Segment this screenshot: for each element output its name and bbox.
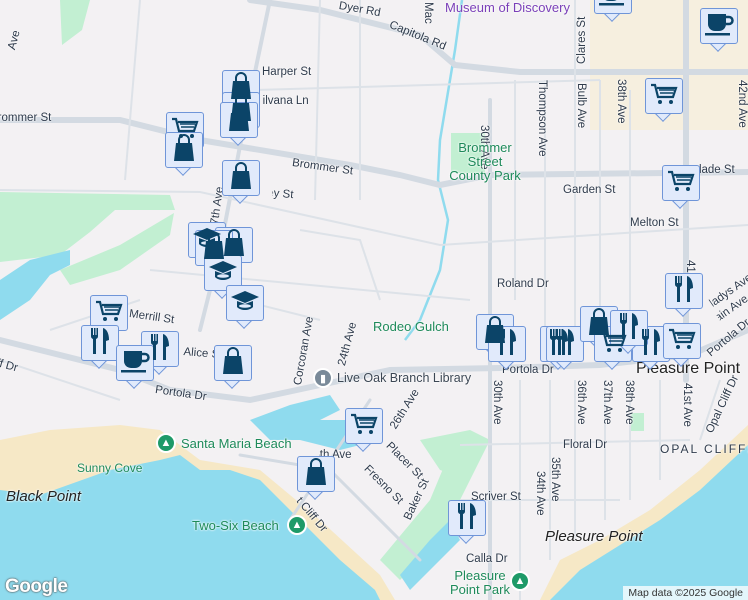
fork-icon <box>672 275 696 308</box>
cap-icon <box>230 289 260 318</box>
cafe-marker[interactable] <box>594 0 632 22</box>
cart-icon <box>667 169 695 198</box>
library-label[interactable]: Live Oak Branch Library <box>337 371 471 385</box>
museum-label[interactable]: Museum of Discovery <box>445 0 570 15</box>
fork-icon <box>639 328 663 361</box>
marker-box <box>345 408 383 444</box>
santa-maria-beach-label[interactable]: Santa Maria Beach <box>181 437 292 451</box>
street-label: Melton St <box>630 217 679 229</box>
school-marker[interactable] <box>226 285 264 329</box>
marker-box <box>222 160 260 196</box>
marker-box <box>663 323 701 359</box>
street-label: Silvana Ln <box>255 95 309 107</box>
park-tree-icon[interactable]: ▲ <box>156 433 176 453</box>
restaurant-marker[interactable] <box>665 273 703 317</box>
fork-icon <box>495 328 519 361</box>
street-label: 35th Ave <box>549 457 561 502</box>
marker-box <box>116 345 154 381</box>
street-label: Calla Dr <box>466 553 508 565</box>
map-attribution[interactable]: Map data ©2025 Google <box>623 586 748 600</box>
marker-box <box>297 456 335 492</box>
two-six-beach-label[interactable]: Two-Six Beach <box>192 519 279 533</box>
bag-icon <box>227 103 251 137</box>
shopping-bag-marker[interactable] <box>214 345 252 389</box>
marker-box <box>226 285 264 321</box>
bag-icon <box>172 133 196 167</box>
shopping-cart-marker[interactable] <box>645 78 683 122</box>
street-label: 37th Ave <box>601 380 613 425</box>
marker-box <box>594 0 632 14</box>
brommer-park-label[interactable]: Brommer Street County Park <box>446 141 524 183</box>
bag-icon <box>229 161 253 195</box>
marker-box <box>665 273 703 309</box>
shopping-cart-marker[interactable] <box>345 408 383 452</box>
cup-icon <box>704 11 734 42</box>
street-label: 36th Ave <box>575 380 587 425</box>
shopping-cart-marker[interactable] <box>662 165 700 209</box>
pleasure-point-park-label[interactable]: Pleasure Point Park <box>446 569 514 597</box>
cart-icon <box>95 299 123 328</box>
pleasure-point-area-label: Pleasure Point <box>545 528 643 545</box>
bag-icon <box>221 346 245 380</box>
cup-icon <box>598 0 628 12</box>
park-tree-icon[interactable]: ▲ <box>510 571 530 591</box>
street-label: 38th Ave <box>615 79 627 124</box>
opal-cliffs-label: OPAL CLIFFS <box>660 442 748 456</box>
street-label: Clares St <box>576 16 588 64</box>
sunny-cove-label: Sunny Cove <box>77 461 143 475</box>
street-label: Mac <box>422 2 434 24</box>
marker-box <box>645 78 683 114</box>
street-label: Harper St <box>262 66 312 78</box>
street-label: Garden St <box>563 184 616 196</box>
cafe-marker[interactable] <box>700 8 738 52</box>
fork-icon <box>553 328 577 361</box>
fork-icon <box>88 327 112 360</box>
shopping-bag-marker[interactable] <box>222 160 260 204</box>
marker-box <box>700 8 738 44</box>
cup-icon <box>120 348 150 379</box>
shopping-cart-marker[interactable] <box>663 323 701 367</box>
street-label: 34th Ave <box>534 471 546 516</box>
fork-icon <box>455 502 479 535</box>
cap-icon <box>208 259 238 288</box>
street-label: 38th Ave <box>623 380 635 425</box>
marker-box <box>448 500 486 536</box>
restaurant-marker[interactable] <box>448 500 486 544</box>
street-label: Bulb Ave <box>575 83 587 129</box>
restaurant-marker[interactable] <box>81 325 119 369</box>
street-label: 41st Ave <box>681 383 693 427</box>
park-tree-icon[interactable]: ▲ <box>287 515 307 535</box>
marker-box <box>214 345 252 381</box>
library-icon[interactable]: ▮ <box>313 368 333 388</box>
shopping-bag-marker[interactable] <box>297 456 335 500</box>
marker-box <box>662 165 700 201</box>
rodeo-gulch-label: Rodeo Gulch <box>373 319 449 334</box>
street-label: 42nd Ave <box>736 80 748 128</box>
street-label: 30th Ave <box>491 380 503 425</box>
cart-icon <box>668 327 696 356</box>
bag-icon <box>304 457 328 491</box>
cart-icon <box>650 82 678 111</box>
street-label: Floral Dr <box>563 439 608 451</box>
marker-box <box>81 325 119 361</box>
street-label: Thompson Ave <box>536 80 548 157</box>
street-label: Roland Dr <box>497 278 549 290</box>
black-point-label: Black Point <box>6 488 82 505</box>
cafe-marker[interactable] <box>116 345 154 389</box>
google-logo: Google <box>5 576 68 597</box>
street-label: Brommer St <box>0 112 52 124</box>
cart-icon <box>350 412 378 441</box>
